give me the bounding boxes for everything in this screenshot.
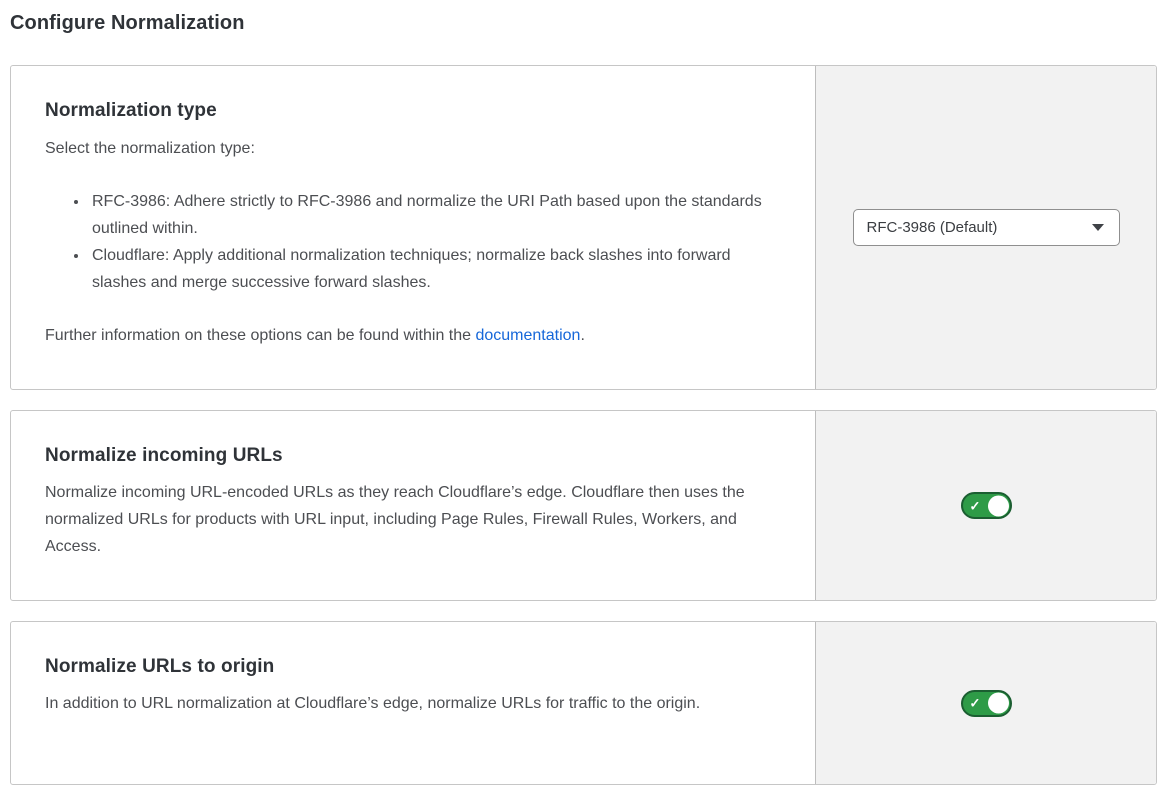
toggle-knob [988,495,1009,516]
card-intro-text: Select the normalization type: [45,135,785,162]
normalization-type-select[interactable]: RFC-3986 (Default) [853,209,1120,246]
card-normalize-urls-to-origin: Normalize URLs to origin In addition to … [10,621,1157,785]
normalize-incoming-urls-toggle[interactable]: ✓ [961,492,1012,519]
card-description: In addition to URL normalization at Clou… [45,690,775,717]
normalize-urls-to-origin-toggle[interactable]: ✓ [961,690,1012,717]
page-title: Configure Normalization [10,12,1157,35]
card-title: Normalize incoming URLs [45,445,785,467]
card-normalize-incoming-urls: Normalize incoming URLs Normalize incomi… [10,410,1157,601]
configure-normalization-page: Configure Normalization Normalization ty… [0,0,1167,794]
card-normalization-type: Normalization type Select the normalizat… [10,65,1157,390]
footer-note-period: . [580,327,584,344]
card-control-panel: RFC-3986 (Default) [815,66,1156,389]
card-description: Normalize incoming URL-encoded URLs as t… [45,479,775,560]
checkmark-icon: ✓ [970,499,981,512]
documentation-link[interactable]: documentation [475,327,580,344]
card-footer-note: Further information on these options can… [45,322,785,349]
list-item-cloudflare: Cloudflare: Apply additional normalizati… [89,242,767,296]
list-item-rfc-3986: RFC-3986: Adhere strictly to RFC-3986 an… [89,188,767,242]
card-content: Normalize incoming URLs Normalize incomi… [11,411,815,600]
card-title: Normalize URLs to origin [45,656,785,678]
checkmark-icon: ✓ [970,697,981,710]
card-control-panel: ✓ [815,411,1156,600]
toggle-knob [988,693,1009,714]
card-content: Normalization type Select the normalizat… [11,66,815,389]
footer-note-text: Further information on these options can… [45,327,475,344]
select-selected-value: RFC-3986 (Default) [867,219,998,236]
card-control-panel: ✓ [815,622,1156,784]
normalization-options-list: RFC-3986: Adhere strictly to RFC-3986 an… [45,188,767,296]
dropdown-caret-icon [1092,224,1104,231]
card-title: Normalization type [45,100,785,122]
card-content: Normalize URLs to origin In addition to … [11,622,815,784]
